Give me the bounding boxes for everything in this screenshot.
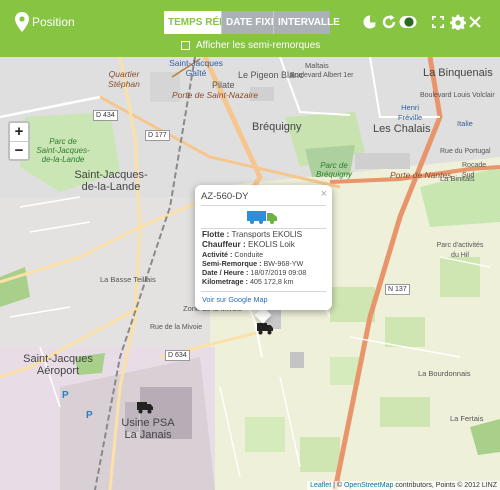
parking-icon: P <box>86 410 93 421</box>
tab-date-fixe[interactable]: DATE FIXE <box>221 11 277 34</box>
road-shield-d177: D 177 <box>145 130 170 141</box>
road-shield-d634: D 634 <box>165 350 190 361</box>
label-la-basse-teillais: La Basse Teillais <box>100 275 156 284</box>
close-icon[interactable] <box>469 16 481 28</box>
road-shield-n137: N 137 <box>385 284 410 295</box>
semitrailers-label: Afficher les semi-remorques <box>196 40 321 51</box>
location-pin-icon <box>15 12 29 32</box>
road-shield-d434: D 434 <box>93 110 118 121</box>
label-brequigny: Bréquigny <box>252 121 302 133</box>
label-italie: Italie <box>457 119 473 128</box>
leaflet-link[interactable]: Leaflet <box>310 482 331 489</box>
semitrailers-toggle[interactable]: Afficher les semi-remorques <box>181 40 320 51</box>
label-boulevard-louis: Boulevard Louis Volclair <box>420 92 495 99</box>
popup-divider <box>201 205 326 206</box>
tab-temps-reel[interactable]: TEMPS RÉEL <box>164 11 232 34</box>
detail-row-kilometrage: Kilometrage : 405 172,8 km <box>202 277 294 286</box>
top-toolbar: Position TEMPS RÉEL DATE FIXE INTERVALLE… <box>0 0 500 57</box>
toggle-icon[interactable] <box>399 14 417 30</box>
label-saint-jacques-aeroport: Saint-Jacques Aéroport <box>23 353 93 377</box>
detail-row-flotte: Flotte : Transports EKOLIS <box>202 230 303 239</box>
label-rocade-sud: Rocade Sud <box>462 162 487 179</box>
label-parc-brequigny: Parc de Bréquigny <box>315 161 353 179</box>
tab-intervalle[interactable]: INTERVALLE <box>273 11 340 34</box>
label-maltais: Maltais <box>305 61 329 70</box>
zoom-in-button[interactable]: + <box>10 123 28 141</box>
vehicle-plate: AZ-560-DY <box>201 191 249 202</box>
popup-divider <box>201 291 326 292</box>
label-rue-portugal: Rue du Portugal <box>440 148 491 155</box>
label-la-fertais: La Fertais <box>450 414 484 423</box>
semitrailers-checkbox[interactable] <box>181 41 190 50</box>
label-porte-saint-nazaire: Porte de Saint-Nazaire <box>172 90 258 100</box>
vehicle-details: Flotte : Transports EKOLIS Chauffeur : E… <box>202 230 328 286</box>
truck-icon <box>247 211 277 224</box>
popup-divider <box>201 228 326 229</box>
pie-chart-icon[interactable] <box>362 14 378 30</box>
label-parc-saint-jacques: Parc de Saint-Jacques- de-la-Lande <box>36 137 90 164</box>
time-mode-selector: TEMPS RÉEL DATE FIXE INTERVALLE <box>164 11 340 34</box>
truck-marker-icon[interactable] <box>137 400 153 414</box>
gear-icon[interactable] <box>450 14 466 30</box>
truck-marker-icon[interactable] <box>257 321 273 335</box>
fullscreen-icon[interactable] <box>432 16 444 28</box>
label-les-chalais: Les Chalais <box>373 123 431 135</box>
label-henri-freville: Henri Fréville <box>398 103 423 122</box>
google-map-link[interactable]: Voir sur Google Map <box>202 295 268 304</box>
label-la-binquenais: La Binquenais <box>423 67 493 79</box>
label-saint-jacques-de-la-lande: Saint-Jacques- de-la-Lande <box>74 169 148 193</box>
label-boulevard-albert: Boulevard Albert 1er <box>290 72 354 79</box>
detail-row-chauffeur: Chauffeur : EKOLIS Loik <box>202 240 295 249</box>
label-la-bourdonnais: La Bourdonnais <box>418 369 471 378</box>
detail-row-date-heure: Date / Heure : 18/07/2019 09:08 <box>202 268 307 277</box>
detail-row-semi-remorque: Semi-Remorque : BW-968-YW <box>202 259 304 268</box>
label-saint-jacques-gaite: Saint-Jacques Gaîté <box>169 58 223 78</box>
parking-icon: P <box>62 390 69 401</box>
openstreetmap-link[interactable]: OpenStreetMap <box>344 482 393 489</box>
label-rue-mivoie: Rue de la Mivoie <box>150 324 203 331</box>
position-title: Position <box>32 15 75 29</box>
label-pilate: Pilate <box>212 80 235 90</box>
detail-row-activite: Activité : Conduite <box>202 250 264 259</box>
vehicle-popup: × AZ-560-DY Flotte : Transports EKOLIS C… <box>195 185 332 310</box>
zoom-out-button[interactable]: − <box>10 141 28 159</box>
label-quartier-stephan: Quartier Stéphan <box>108 69 140 89</box>
label-parc-activites-hil: Parc d'activités du Hil <box>436 242 484 259</box>
refresh-icon[interactable] <box>381 14 397 30</box>
zoom-control: + − <box>8 121 30 161</box>
label-usine-psa: Usine PSA La Janais <box>121 417 175 441</box>
popup-close-button[interactable]: × <box>321 188 327 200</box>
map-attribution: Leaflet | © OpenStreetMap contributors, … <box>307 481 500 490</box>
